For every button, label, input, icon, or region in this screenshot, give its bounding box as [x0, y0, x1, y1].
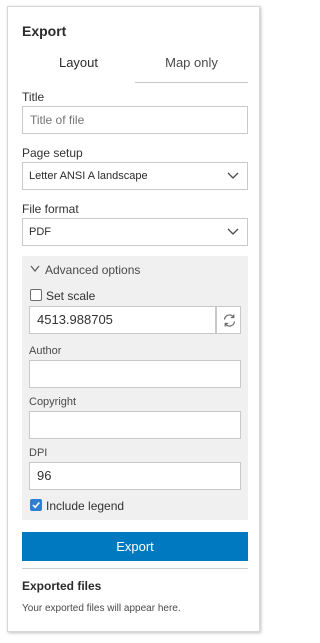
author-input[interactable]: [29, 360, 241, 388]
title-label: Title: [22, 90, 45, 104]
page-setup-select[interactable]: Letter ANSI A landscape: [22, 162, 248, 190]
export-button[interactable]: Export: [22, 532, 248, 561]
tab-layout[interactable]: Layout: [22, 51, 135, 83]
set-scale-label: Set scale: [46, 289, 96, 303]
advanced-options-label: Advanced options: [45, 263, 141, 277]
refresh-icon: [223, 314, 236, 327]
set-scale-checkbox[interactable]: [30, 289, 42, 301]
dpi-label: DPI: [29, 447, 48, 459]
panel-title: Export: [22, 23, 67, 39]
advanced-options-toggle[interactable]: Advanced options: [30, 263, 140, 277]
author-label: Author: [29, 345, 62, 357]
scale-input[interactable]: 4513.988705: [29, 306, 216, 334]
chevron-down-icon: [227, 228, 239, 235]
file-format-value: PDF: [29, 226, 51, 238]
exported-files-title: Exported files: [22, 579, 102, 593]
export-tabs: Layout Map only: [22, 51, 248, 83]
include-legend-label: Include legend: [46, 499, 125, 513]
divider: [22, 568, 248, 569]
file-format-label: File format: [22, 202, 79, 216]
copyright-input[interactable]: [29, 411, 241, 439]
exported-files-empty-message: Your exported files will appear here.: [22, 603, 181, 614]
checkmark-icon: [32, 501, 40, 509]
chevron-down-icon: [227, 172, 239, 179]
page-setup-label: Page setup: [22, 146, 83, 160]
triangle-down-icon: [30, 265, 40, 272]
export-panel: Export Layout Map only Title Page setup …: [7, 6, 260, 632]
dpi-input[interactable]: 96: [29, 462, 241, 490]
tab-map-only[interactable]: Map only: [135, 51, 248, 83]
page-setup-value: Letter ANSI A landscape: [29, 170, 148, 182]
advanced-options-section: Advanced options Set scale 4513.988705 A…: [22, 256, 248, 520]
copyright-label: Copyright: [29, 396, 77, 408]
include-legend-checkbox[interactable]: [30, 499, 42, 511]
file-format-select[interactable]: PDF: [22, 218, 248, 246]
refresh-scale-button[interactable]: [216, 306, 241, 334]
title-input[interactable]: [22, 106, 248, 134]
